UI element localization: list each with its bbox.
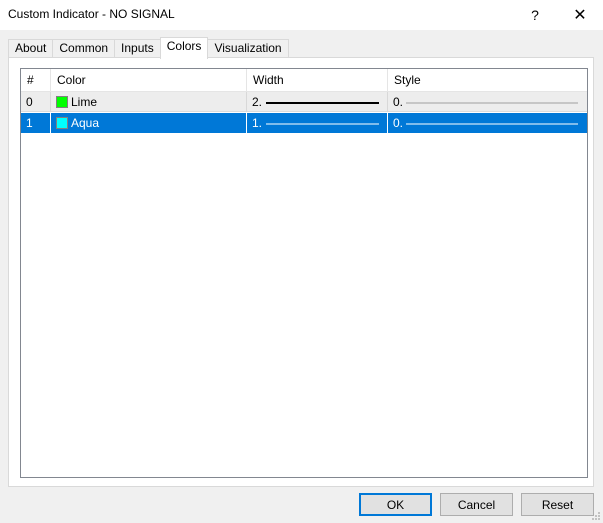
width-cell[interactable]: 2.: [247, 92, 388, 112]
tab-colors[interactable]: Colors: [159, 37, 209, 59]
color-swatch: [56, 96, 68, 108]
style-label: 0.: [393, 95, 404, 109]
header-style[interactable]: Style: [388, 69, 587, 92]
row-index: 0: [21, 92, 51, 112]
title-bar: Custom Indicator - NO SIGNAL ? ✕: [0, 0, 603, 30]
color-swatch: [56, 117, 68, 129]
header-color[interactable]: Color: [51, 69, 247, 92]
close-button[interactable]: ✕: [558, 0, 602, 30]
help-button[interactable]: ?: [513, 0, 557, 30]
ok-button[interactable]: OK: [359, 493, 432, 516]
width-label: 1.: [252, 116, 263, 130]
color-name: Lime: [71, 95, 98, 109]
resize-grip-icon[interactable]: [591, 511, 601, 521]
style-cell[interactable]: 0.: [388, 113, 587, 133]
colors-grid: # Color Width Style 0 Lime 2. 0. 1 Aqua: [20, 68, 588, 478]
cancel-button[interactable]: Cancel: [440, 493, 513, 516]
header-width[interactable]: Width: [247, 69, 388, 92]
table-row[interactable]: 0 Lime 2. 0.: [21, 92, 587, 112]
tab-inputs[interactable]: Inputs: [114, 39, 161, 59]
tab-about[interactable]: About: [8, 39, 54, 59]
style-cell[interactable]: 0.: [388, 92, 587, 112]
color-cell[interactable]: Lime: [51, 92, 247, 112]
width-line-sample: [266, 123, 379, 125]
help-icon: ?: [531, 7, 539, 23]
reset-button[interactable]: Reset: [521, 493, 594, 516]
tab-strip: About Common Inputs Colors Visualization: [8, 37, 289, 59]
width-label: 2.: [252, 95, 263, 109]
width-cell[interactable]: 1.: [247, 113, 388, 133]
color-cell[interactable]: Aqua: [51, 113, 247, 133]
colors-panel: # Color Width Style 0 Lime 2. 0. 1 Aqua: [8, 57, 594, 487]
window-title: Custom Indicator - NO SIGNAL: [8, 7, 175, 21]
grid-header: # Color Width Style: [21, 69, 587, 92]
header-index[interactable]: #: [21, 69, 51, 92]
style-line-sample: [406, 102, 578, 104]
row-index: 1: [21, 113, 51, 133]
close-icon: ✕: [573, 7, 587, 24]
table-row[interactable]: 1 Aqua 1. 0.: [21, 113, 587, 133]
color-name: Aqua: [71, 116, 100, 130]
tab-common[interactable]: Common: [52, 39, 116, 59]
style-line-sample: [406, 123, 578, 125]
style-label: 0.: [393, 116, 404, 130]
tab-visualization[interactable]: Visualization: [207, 39, 289, 59]
width-line-sample: [266, 102, 379, 104]
